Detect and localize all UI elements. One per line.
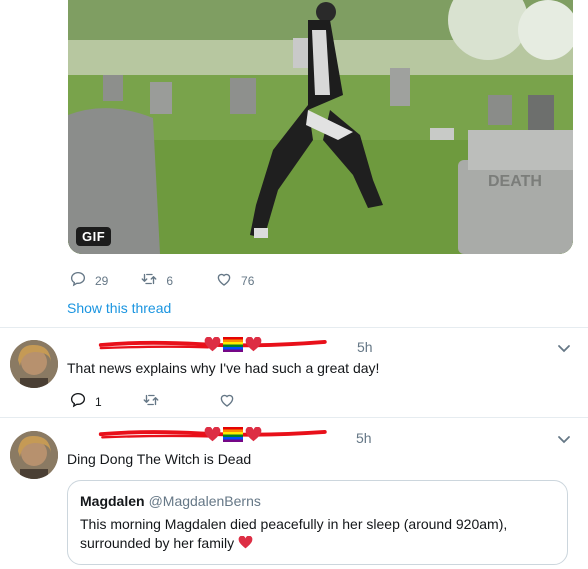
avatar[interactable] xyxy=(10,340,58,388)
like-button[interactable] xyxy=(218,391,236,412)
heart-emoji-icon xyxy=(204,427,221,442)
heart-emoji-icon xyxy=(245,337,262,352)
reply-button[interactable]: 29 xyxy=(69,270,108,291)
like-button[interactable]: 76 xyxy=(215,270,254,291)
heart-icon xyxy=(218,391,236,412)
reply-button[interactable]: 1 xyxy=(69,391,102,412)
rainbow-flag-icon xyxy=(223,337,243,352)
retweet-button[interactable] xyxy=(142,391,160,412)
heart-emoji-icon xyxy=(238,536,253,549)
heart-emoji-icon xyxy=(204,337,221,352)
tweet-timestamp[interactable]: 5h xyxy=(356,430,372,446)
quoted-author-name: Magdalen xyxy=(80,493,145,509)
quoted-text-line-2-text: surrounded by her family xyxy=(80,535,235,551)
name-emojis xyxy=(204,427,262,442)
heart-icon xyxy=(215,270,233,291)
gif-media[interactable]: DEATH xyxy=(68,0,573,254)
avatar[interactable] xyxy=(10,431,58,479)
rainbow-flag-icon xyxy=(223,427,243,442)
retweet-count: 6 xyxy=(166,273,174,288)
reply-count: 1 xyxy=(95,394,102,409)
name-emojis xyxy=(204,337,262,352)
divider xyxy=(0,327,588,328)
quoted-text-line-1: This morning Magdalen died peacefully in… xyxy=(80,516,508,532)
quoted-text-line-2: surrounded by her family xyxy=(80,533,253,554)
retweet-icon xyxy=(140,270,158,291)
graveyard-gif-frame: DEATH xyxy=(68,0,573,254)
heart-emoji-icon xyxy=(245,427,262,442)
retweet-button[interactable]: 6 xyxy=(140,270,173,291)
svg-text:DEATH: DEATH xyxy=(488,173,542,190)
avatar-photo xyxy=(10,431,58,479)
chevron-down-icon[interactable] xyxy=(556,431,572,452)
like-count: 76 xyxy=(241,273,255,288)
quoted-author: Magdalen @MagdalenBerns xyxy=(80,493,261,511)
tweet-text: That news explains why I've had such a g… xyxy=(67,360,380,376)
retweet-icon xyxy=(142,391,160,412)
avatar-photo xyxy=(10,340,58,388)
gif-badge: GIF xyxy=(76,227,112,246)
tweet-text: Ding Dong The Witch is Dead xyxy=(67,451,252,467)
reply-icon xyxy=(69,270,87,291)
top-tweet-actions: 29 6 76 xyxy=(69,270,254,291)
divider xyxy=(0,417,588,418)
show-thread-link[interactable]: Show this thread xyxy=(67,300,171,316)
tweet-timestamp[interactable]: 5h xyxy=(357,339,373,355)
reply-icon xyxy=(69,391,87,412)
quoted-author-handle: @MagdalenBerns xyxy=(148,493,261,509)
reply-count: 29 xyxy=(95,273,109,288)
quoted-tweet-card[interactable]: Magdalen @MagdalenBerns This morning Magd… xyxy=(67,480,568,565)
reply1-actions: 1 xyxy=(69,391,236,412)
chevron-down-icon[interactable] xyxy=(556,340,572,361)
